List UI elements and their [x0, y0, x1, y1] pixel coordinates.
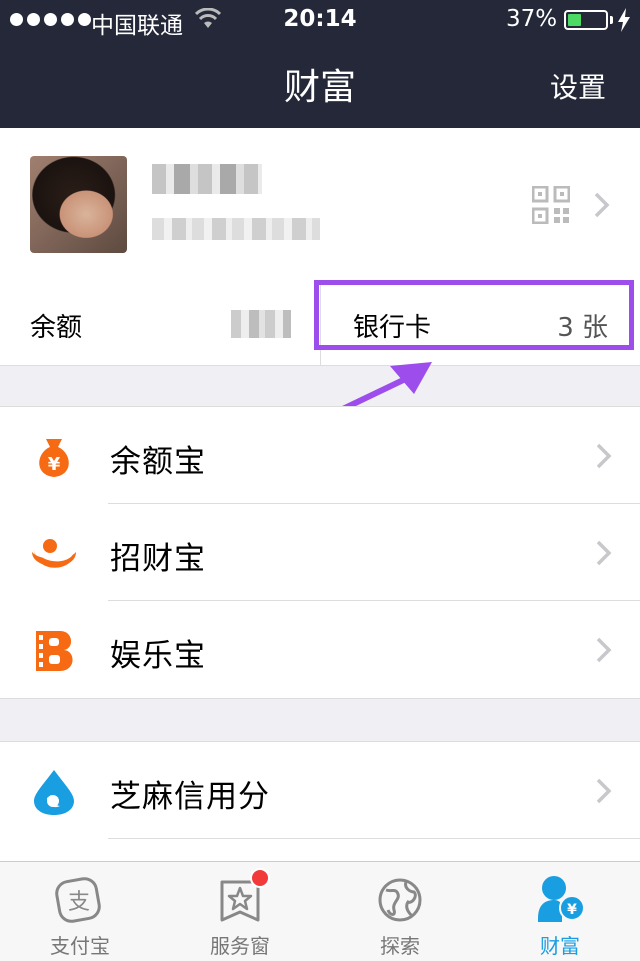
svg-text:支: 支	[68, 890, 90, 915]
chevron-right-icon	[596, 443, 612, 469]
battery-icon	[564, 10, 608, 30]
svg-text:¥: ¥	[48, 454, 61, 475]
avatar[interactable]	[30, 156, 127, 253]
page-title: 财富	[283, 67, 356, 108]
drop-icon	[34, 770, 74, 815]
profile-card[interactable]	[0, 128, 640, 284]
balance-amount-blurred	[231, 310, 291, 338]
tab-label: 财富	[540, 934, 580, 958]
balance-label[interactable]: 余额	[30, 307, 82, 344]
chevron-right-icon	[596, 637, 612, 663]
status-bar: 中国联通 20:14 37%	[0, 0, 640, 40]
user-account-blurred	[152, 218, 320, 240]
item-label: 娱乐宝	[110, 638, 206, 674]
tab-label: 服务窗	[210, 934, 270, 958]
notification-badge	[250, 868, 270, 888]
tab-alipay[interactable]: 支 支付宝	[0, 862, 160, 961]
film-b-icon	[36, 631, 73, 671]
user-name-blurred	[152, 164, 262, 194]
list-item-yulebao[interactable]: 娱乐宝	[0, 601, 640, 698]
chevron-right-icon	[596, 540, 612, 566]
fortune-icon	[32, 539, 76, 568]
battery-fill	[568, 14, 582, 26]
globe-icon	[378, 878, 422, 922]
tab-wealth[interactable]: ¥ 财富	[480, 862, 640, 961]
tab-explore[interactable]: 探索	[320, 862, 480, 961]
chevron-right-icon	[596, 778, 612, 804]
battery-percent: 37%	[506, 6, 558, 32]
tab-bar: 支 支付宝 服务窗 探索 ¥ 财富	[0, 861, 640, 961]
item-label: 招财宝	[110, 541, 206, 577]
item-label: 芝麻信用分	[110, 779, 270, 815]
chevron-right-icon	[594, 192, 610, 218]
battery-tip	[610, 16, 613, 24]
svg-text:¥: ¥	[567, 902, 577, 918]
qr-code-icon[interactable]	[532, 186, 570, 224]
list-item-zhaocaibao[interactable]: 招财宝	[0, 504, 640, 601]
list-item-yuebao[interactable]: ¥ 余额宝	[0, 407, 640, 504]
tab-service-window[interactable]: 服务窗	[160, 862, 320, 961]
wealth-icon: ¥	[538, 876, 585, 922]
wealth-products-list: ¥ 余额宝 招财宝 娱乐宝	[0, 406, 640, 699]
money-bag-icon: ¥	[39, 439, 69, 477]
charging-icon	[618, 8, 630, 32]
settings-button[interactable]: 设置	[550, 66, 606, 106]
tab-label: 支付宝	[50, 934, 110, 958]
top-bar: 中国联通 20:14 37% 财富 设置	[0, 0, 640, 128]
tab-label: 探索	[380, 934, 420, 958]
alipay-icon: 支	[55, 877, 101, 923]
bank-card-highlight-box	[314, 280, 634, 350]
list-item-zhima-credit[interactable]: 芝麻信用分	[0, 742, 640, 839]
item-label: 余额宝	[110, 444, 206, 480]
credit-list: 芝麻信用分	[0, 741, 640, 862]
